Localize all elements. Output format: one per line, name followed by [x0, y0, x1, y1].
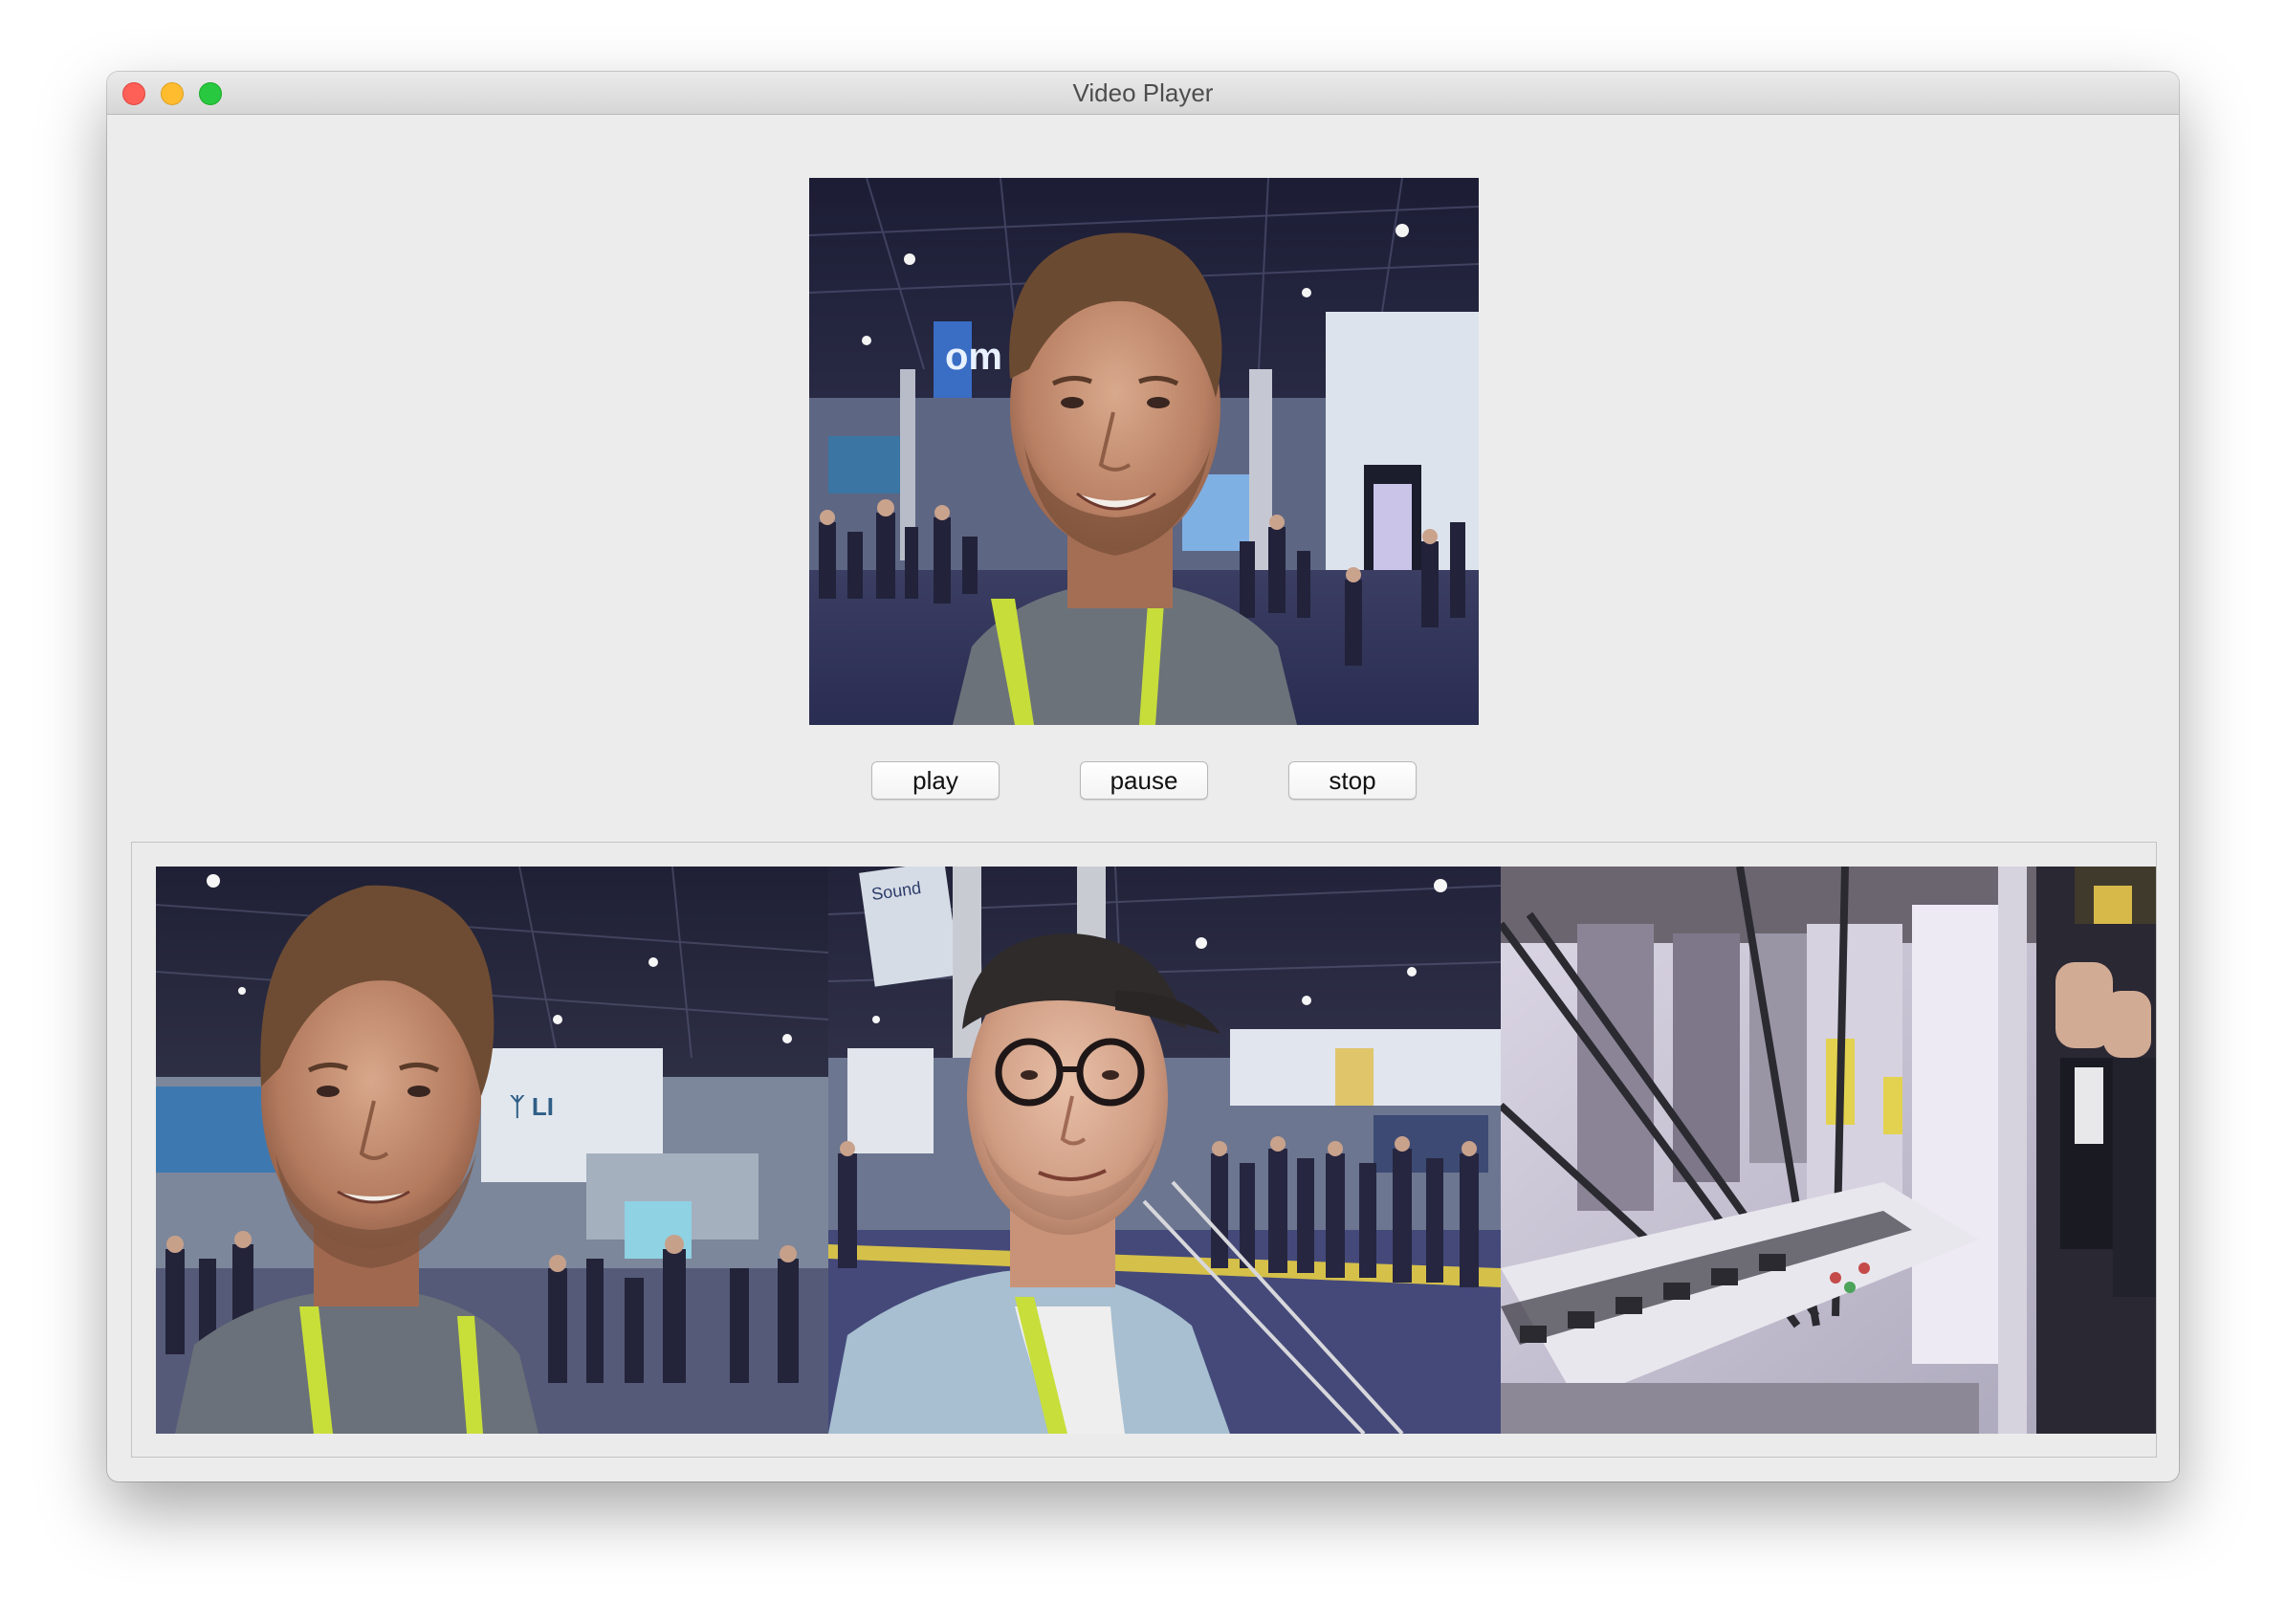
svg-text:om: om — [945, 336, 1002, 378]
svg-text:ᛉ LI: ᛉ LI — [510, 1092, 554, 1121]
thumbnail-1-image: ᛉ LI — [156, 867, 828, 1434]
thumbnail-2-image: Sound — [828, 867, 1501, 1434]
thumbnail-gallery: ᛉ LI Sound — [131, 842, 2157, 1458]
stop-button[interactable]: stop — [1288, 761, 1417, 800]
window-title: Video Player — [1072, 78, 1214, 107]
thumbnail-3-image — [1501, 867, 2156, 1434]
main-video-image: om — [809, 178, 1479, 725]
main-video-frame: om — [809, 178, 1479, 725]
thumbnail-2[interactable]: Sound — [828, 867, 1501, 1434]
thumbnail-1[interactable]: ᛉ LI — [156, 867, 828, 1434]
title-bar: Video Player — [107, 72, 2179, 115]
pause-button[interactable]: pause — [1080, 761, 1208, 800]
play-button[interactable]: play — [871, 761, 1000, 800]
thumbnail-3[interactable] — [1501, 867, 2156, 1434]
video-player-window: Video Player om play pause stop ᛉ LI Sou… — [107, 72, 2179, 1481]
